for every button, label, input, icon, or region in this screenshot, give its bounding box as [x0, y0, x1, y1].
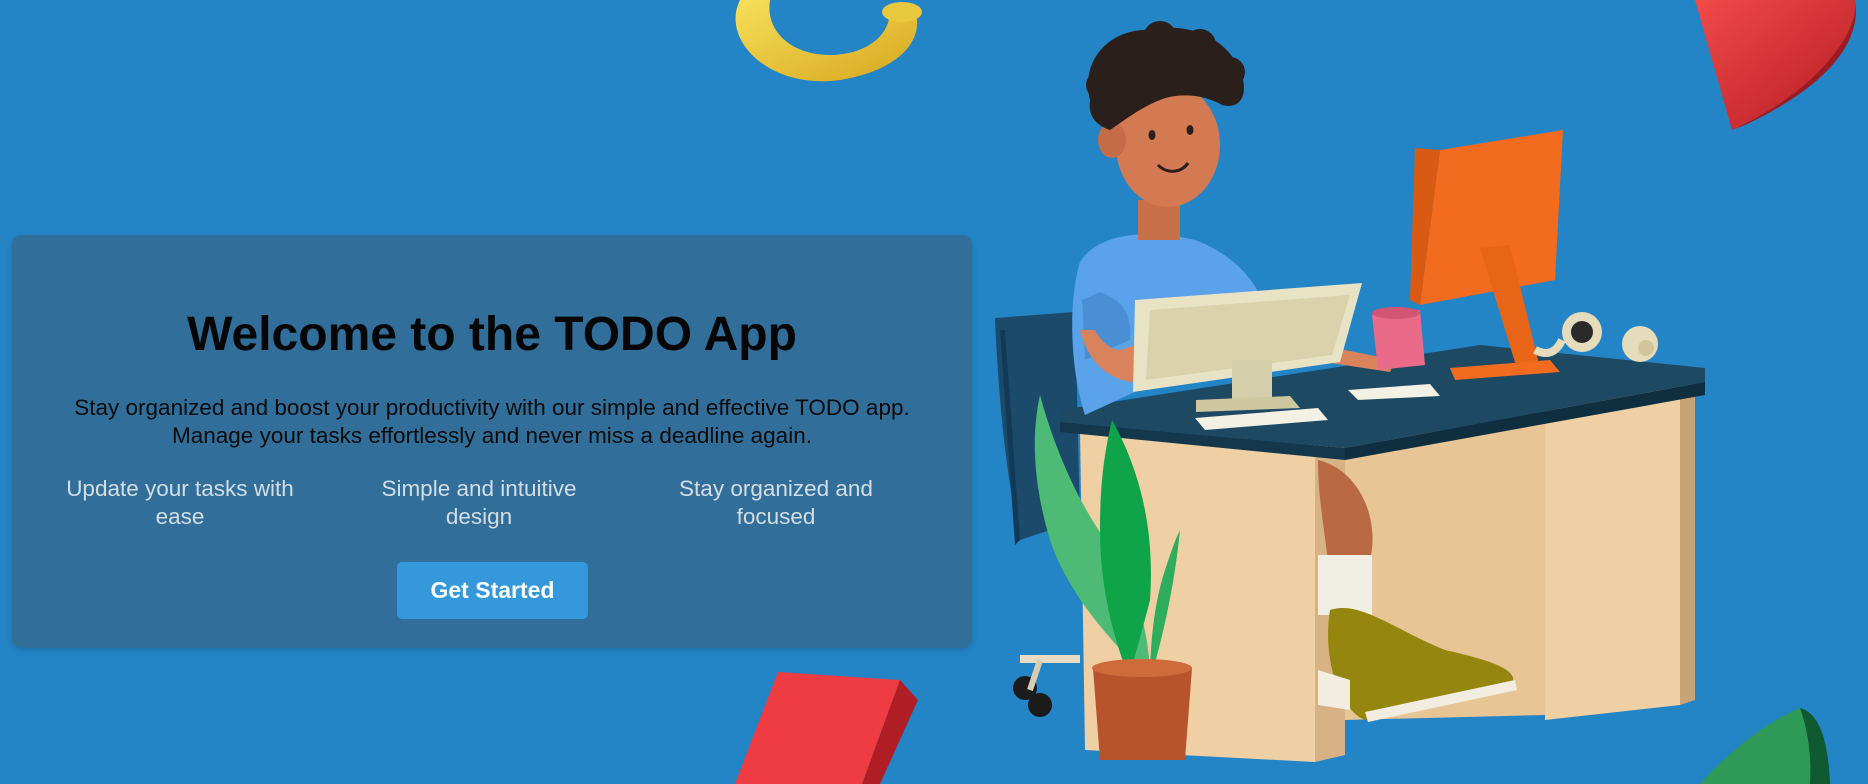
feature-text-line-2: ease: [155, 504, 205, 529]
feature-item-simple-design: Simple and intuitive design: [344, 475, 614, 531]
feature-item-stay-organized: Stay organized and focused: [641, 475, 911, 531]
papers: [1195, 384, 1440, 430]
mug: [1372, 307, 1425, 370]
hero-description-line-2: Manage your tasks effortlessly and never…: [172, 423, 812, 448]
green-shape: [1700, 708, 1830, 784]
small-monitor: [1133, 283, 1362, 412]
yellow-ring-shape: [735, 0, 922, 82]
chair: [995, 312, 1080, 717]
red-cone-shape: [1695, 0, 1856, 130]
plant: [1034, 395, 1192, 760]
feature-text-line-1: Simple and intuitive: [381, 476, 577, 501]
feature-text-line-1: Update your tasks with: [66, 476, 294, 501]
features-list: Update your tasks with ease Simple and i…: [12, 475, 972, 535]
orange-monitor: [1410, 130, 1563, 380]
get-started-button[interactable]: Get Started: [397, 562, 588, 619]
red-block-shape: [735, 672, 918, 784]
person: [1072, 21, 1395, 415]
page-title: Welcome to the TODO App: [187, 308, 797, 361]
feature-item-update-tasks: Update your tasks with ease: [45, 475, 315, 531]
feature-text-line-2: design: [445, 504, 513, 529]
hero-description-line-1: Stay organized and boost your productivi…: [74, 395, 910, 420]
person-legs: [1318, 460, 1517, 722]
headphones: [1533, 312, 1658, 362]
feature-text-line-2: focused: [736, 504, 816, 529]
desk: [1060, 345, 1705, 762]
feature-text-line-1: Stay organized and: [679, 476, 873, 501]
hero-description: Stay organized and boost your productivi…: [42, 394, 942, 450]
hero-card: Welcome to the TODO App Stay organized a…: [12, 235, 972, 648]
